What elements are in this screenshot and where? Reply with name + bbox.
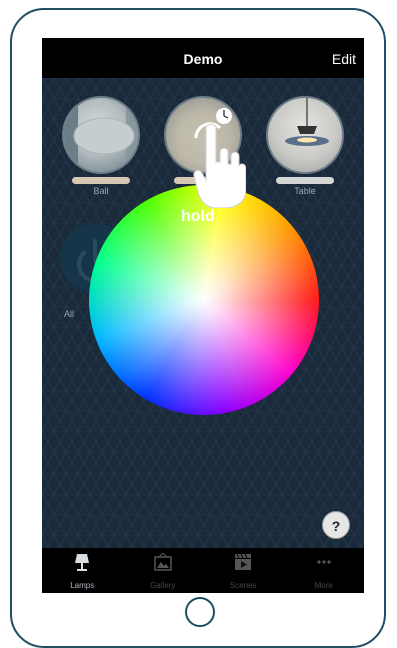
lamp-ball-label: Ball [93,186,109,196]
lamp-ball-thumbnail[interactable] [62,96,140,174]
tab-more-label: More [314,581,333,590]
help-button[interactable]: ? [322,511,350,539]
edit-button[interactable]: Edit [332,38,356,78]
tab-scenes-label: Scenes [229,581,257,590]
more-icon [317,560,331,564]
app-screen: Demo Edit Ball Table All hold ? Lamps Ga… [42,38,364,593]
lamp-ball-color-bar [72,177,130,184]
gallery-icon [154,552,172,571]
gesture-hint-label: hold [181,208,215,225]
tab-more[interactable]: More [284,548,365,593]
tab-gallery[interactable]: Gallery [123,548,204,593]
lamp-icon [75,554,90,571]
all-off-label: All [64,309,75,319]
tab-lamps-label: Lamps [70,581,95,590]
lamp-table-thumbnail[interactable] [266,96,344,174]
scenes-icon [235,553,252,570]
tab-lamps[interactable]: Lamps [42,548,123,593]
lamp-table-label: Table [294,186,316,196]
home-button[interactable] [185,597,215,627]
navigation-bar: Demo Edit [42,38,364,78]
tab-gallery-label: Gallery [150,581,176,590]
tab-bar: Lamps Gallery Scenes More [42,548,364,593]
page-title: Demo [183,51,223,67]
lamp-table-color-bar [276,177,334,184]
hand-hold-icon [193,123,246,208]
tab-scenes[interactable]: Scenes [203,548,284,593]
